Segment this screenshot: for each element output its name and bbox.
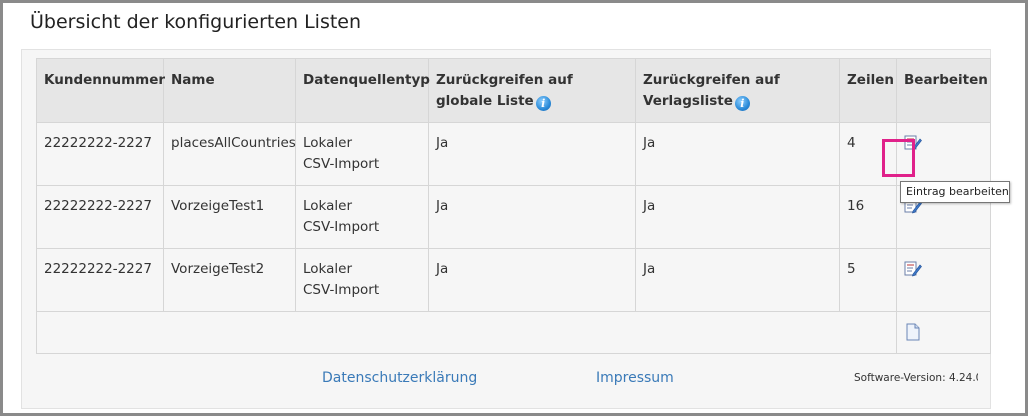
cell-publisher-fallback: Ja xyxy=(635,248,840,312)
cell-edit xyxy=(896,248,991,312)
page-title: Übersicht der konfigurierten Listen xyxy=(30,11,362,33)
cell-publisher-fallback: Ja xyxy=(635,185,840,249)
header-name[interactable]: Name xyxy=(163,58,296,123)
table-row: 22222222-2227 placesAllCountries Lokaler… xyxy=(36,122,991,186)
content-panel: Kundennummer Name Datenquellentyp Zurück… xyxy=(21,49,991,409)
edit-entry-icon[interactable] xyxy=(904,260,922,278)
header-rows[interactable]: Zeilen xyxy=(839,58,897,123)
cell-publisher-fallback: Ja xyxy=(635,122,840,186)
edit-tooltip: Eintrag bearbeiten xyxy=(900,181,1010,203)
cell-datasource-type: Lokaler CSV-Import xyxy=(295,185,429,249)
table-header-row: Kundennummer Name Datenquellentyp Zurück… xyxy=(36,58,991,123)
cell-customer-number: 22222222-2227 xyxy=(36,185,164,249)
header-publisher-fallback[interactable]: Zurückgreifen auf Verlagsliste i xyxy=(635,58,840,123)
cell-name: placesAllCountries xyxy=(163,122,296,186)
empty-cell xyxy=(36,311,897,354)
privacy-link[interactable]: Datenschutzerklärung xyxy=(322,370,477,386)
header-customer-number[interactable]: Kundennummer xyxy=(36,58,165,123)
header-global-fallback[interactable]: Zurückgreifen auf globale Liste i xyxy=(428,58,636,123)
header-edit: Bearbeiten xyxy=(896,58,991,123)
cell-datasource-type: Lokaler CSV-Import xyxy=(295,248,429,312)
info-icon[interactable]: i xyxy=(535,96,551,111)
header-datasource-type[interactable]: Datenquellentyp xyxy=(295,58,430,123)
cell-rows: 16 xyxy=(839,185,897,249)
table-row: 22222222-2227 VorzeigeTest2 Lokaler CSV-… xyxy=(36,248,991,312)
cell-global-fallback: Ja xyxy=(428,248,636,312)
cell-name: VorzeigeTest1 xyxy=(163,185,296,249)
info-icon[interactable]: i xyxy=(734,96,750,111)
table-row: 22222222-2227 VorzeigeTest1 Lokaler CSV-… xyxy=(36,185,991,249)
cell-name: VorzeigeTest2 xyxy=(163,248,296,312)
new-entry-icon[interactable] xyxy=(904,323,922,341)
cell-global-fallback: Ja xyxy=(428,122,636,186)
cell-global-fallback: Ja xyxy=(428,185,636,249)
configured-lists-table: Kundennummer Name Datenquellentyp Zurück… xyxy=(36,58,991,354)
impressum-link[interactable]: Impressum xyxy=(596,370,674,386)
cell-customer-number: 22222222-2227 xyxy=(36,248,164,312)
software-version: Software-Version: 4.24.0 xyxy=(854,372,978,384)
lists-table-wrapper: Kundennummer Name Datenquellentyp Zurück… xyxy=(36,58,991,354)
footer: Datenschutzerklärung Impressum Software-… xyxy=(22,370,990,390)
cell-customer-number: 22222222-2227 xyxy=(36,122,164,186)
cell-rows: 5 xyxy=(839,248,897,312)
edit-highlight-box xyxy=(882,139,915,177)
window-frame: Übersicht der konfigurierten Listen Kund… xyxy=(0,0,1028,416)
cell-datasource-type: Lokaler CSV-Import xyxy=(295,122,429,186)
cell-new xyxy=(896,311,991,354)
table-row-new xyxy=(36,311,991,354)
